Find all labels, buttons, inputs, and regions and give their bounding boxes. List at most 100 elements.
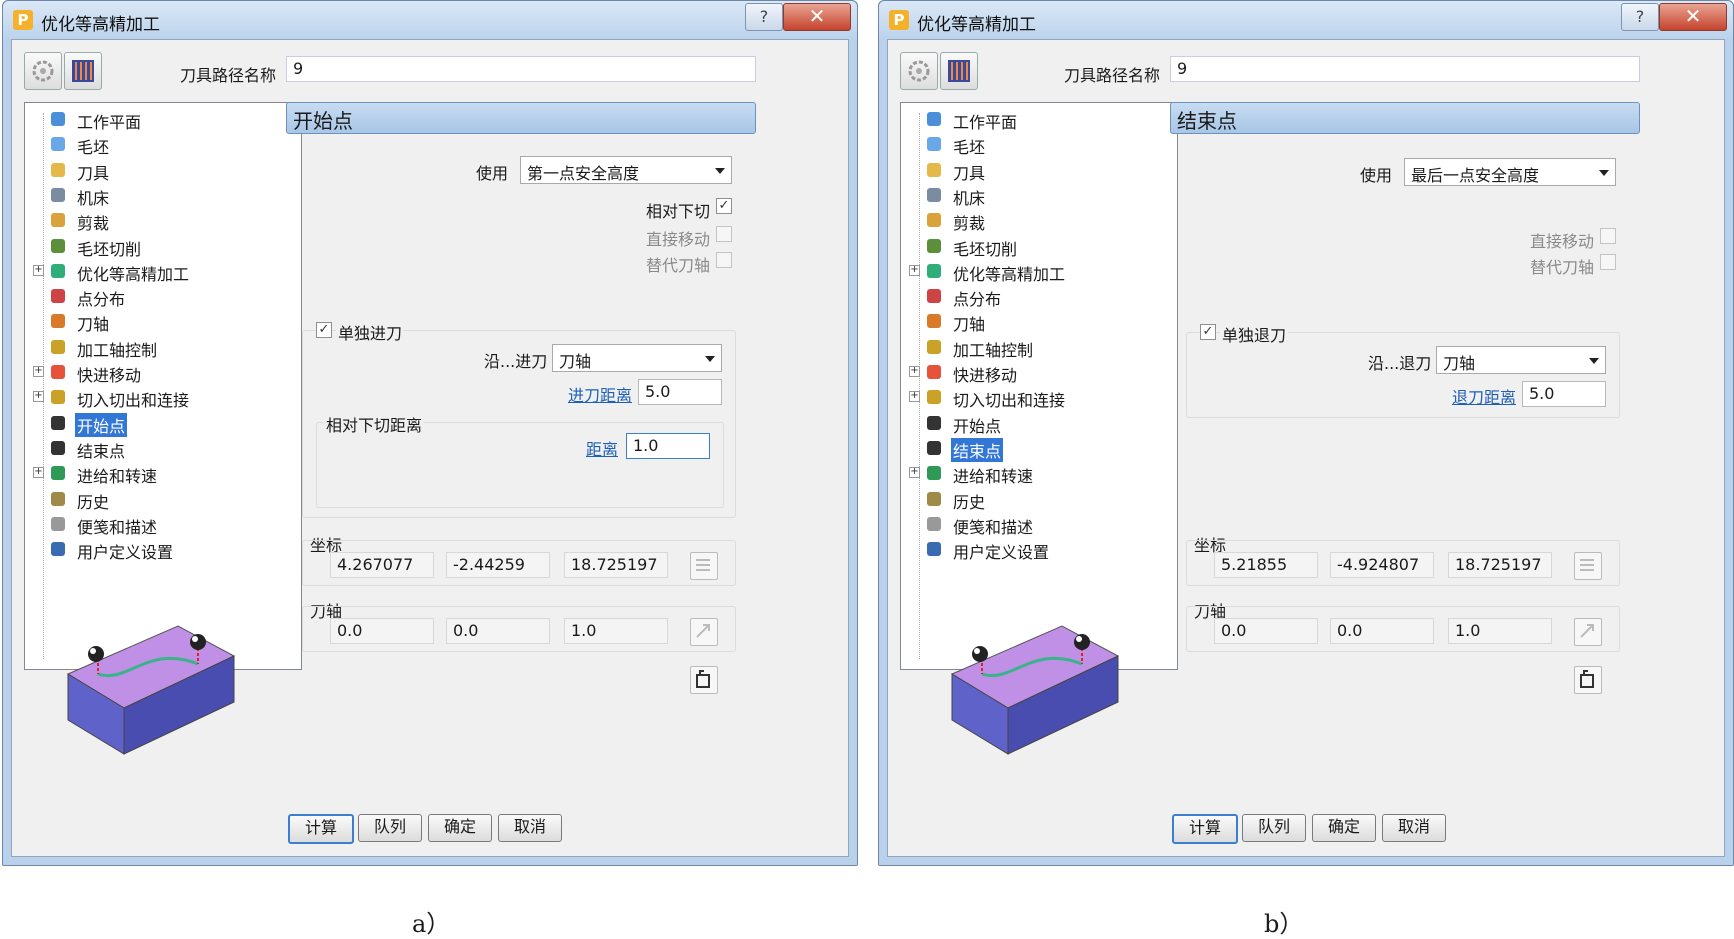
tree-item[interactable]: + 快进移动 xyxy=(901,360,1161,385)
tree-item[interactable]: 开始点 xyxy=(901,411,1161,436)
expand-icon[interactable]: + xyxy=(909,366,920,377)
tree-item[interactable]: 点分布 xyxy=(901,284,1161,309)
tree-item[interactable]: 毛坯 xyxy=(901,132,1161,157)
tree-item[interactable]: 便笺和描述 xyxy=(901,512,1161,537)
tree-item[interactable]: 机床 xyxy=(901,183,1161,208)
expand-icon[interactable]: + xyxy=(33,264,44,276)
axis-edit-button[interactable] xyxy=(690,618,718,646)
separate-approach-checkbox[interactable]: ✓ xyxy=(316,322,332,338)
plunge-distance-link[interactable]: 距离 xyxy=(586,436,618,460)
axis-i[interactable]: 0.0 xyxy=(1214,618,1318,644)
tree-item[interactable]: 加工轴控制 xyxy=(25,335,285,360)
tree-item[interactable]: 毛坯 xyxy=(25,132,285,157)
coords-list-button[interactable] xyxy=(1574,552,1602,580)
direct-move-checkbox[interactable] xyxy=(716,226,732,242)
tree-item[interactable]: 开始点 xyxy=(25,411,285,437)
ok-button[interactable]: 确定 xyxy=(428,814,492,842)
tree-item[interactable]: + 进给和转速 xyxy=(901,461,1161,486)
help-button[interactable]: ? xyxy=(745,3,783,31)
tree-item[interactable]: 刀轴 xyxy=(25,309,285,334)
tree-item[interactable]: 刀具 xyxy=(901,158,1161,183)
tree-item[interactable]: 机床 xyxy=(25,183,285,208)
coords-list-button[interactable] xyxy=(690,552,718,580)
tree-item[interactable]: 用户定义设置 xyxy=(901,537,1161,562)
tree-item[interactable]: 剪裁 xyxy=(25,208,285,233)
relative-plunge-checkbox[interactable]: ✓ xyxy=(716,198,732,214)
tree-item[interactable]: 历史 xyxy=(25,487,285,512)
coord-z[interactable]: 18.725197 xyxy=(1448,552,1552,578)
approach-distance-input[interactable]: 5.0 xyxy=(638,379,722,405)
tree-item[interactable]: + 优化等高精加工 xyxy=(901,259,1161,284)
tree-item[interactable]: 毛坯切削 xyxy=(25,234,285,259)
plunge-distance-input[interactable]: 1.0 xyxy=(626,433,710,459)
coord-z[interactable]: 18.725197 xyxy=(564,552,668,578)
queue-button[interactable]: 队列 xyxy=(358,814,422,842)
axis-k[interactable]: 1.0 xyxy=(1448,618,1552,644)
cancel-button[interactable]: 取消 xyxy=(1382,814,1446,842)
expand-icon[interactable]: + xyxy=(33,391,44,403)
coord-x[interactable]: 5.21855 xyxy=(1214,552,1318,578)
close-button[interactable]: ✕ xyxy=(783,3,851,31)
calculate-button[interactable]: 计算 xyxy=(1172,814,1238,844)
tree-item[interactable]: 刀轴 xyxy=(901,309,1161,334)
expand-icon[interactable]: + xyxy=(909,467,920,479)
tree-item[interactable]: 工作平面 xyxy=(901,107,1161,132)
tree-item[interactable]: 历史 xyxy=(901,487,1161,512)
coord-x[interactable]: 4.267077 xyxy=(330,552,434,578)
calculate-button[interactable]: 计算 xyxy=(288,814,354,844)
use-select[interactable]: 最后一点安全高度 xyxy=(1404,158,1616,186)
tree-item[interactable]: 用户定义设置 xyxy=(25,537,285,562)
tree-item[interactable]: + 快进移动 xyxy=(25,360,285,385)
toolpath-name-input[interactable]: 9 xyxy=(286,56,756,82)
direct-move-checkbox[interactable] xyxy=(1600,228,1616,244)
expand-icon[interactable]: + xyxy=(909,264,920,276)
tree-item[interactable]: 剪裁 xyxy=(901,208,1161,233)
axis-j[interactable]: 0.0 xyxy=(1330,618,1434,644)
retract-distance-input[interactable]: 5.0 xyxy=(1522,381,1606,407)
tree-item[interactable]: 便笺和描述 xyxy=(25,512,285,537)
toolpath-name-input[interactable]: 9 xyxy=(1170,56,1640,82)
expand-icon[interactable]: + xyxy=(33,366,44,377)
toolbar-settings-button[interactable] xyxy=(24,52,62,90)
tree-item[interactable]: 刀具 xyxy=(25,158,285,183)
tree-item[interactable]: + 切入切出和连接 xyxy=(901,385,1161,410)
ok-button[interactable]: 确定 xyxy=(1312,814,1376,842)
tree-item[interactable]: + 优化等高精加工 xyxy=(25,259,285,284)
tree-item[interactable]: 结束点 xyxy=(25,436,285,461)
toolbar-toolpath-button[interactable] xyxy=(64,52,102,90)
tree-item[interactable]: 点分布 xyxy=(25,284,285,309)
tree-item[interactable]: + 进给和转速 xyxy=(25,461,285,486)
toolbar-settings-button[interactable] xyxy=(900,52,938,90)
close-button[interactable]: ✕ xyxy=(1659,3,1727,31)
coord-y[interactable]: -4.924807 xyxy=(1330,552,1434,578)
help-button[interactable]: ? xyxy=(1621,3,1659,31)
queue-button[interactable]: 队列 xyxy=(1242,814,1306,842)
use-select[interactable]: 第一点安全高度 xyxy=(520,156,732,184)
axis-j[interactable]: 0.0 xyxy=(446,618,550,644)
tree-item[interactable]: 毛坯切削 xyxy=(901,234,1161,259)
title-bar: P 优化等高精加工 ? ✕ xyxy=(3,1,857,39)
along-select[interactable]: 刀轴 xyxy=(1436,346,1606,374)
axis-i[interactable]: 0.0 xyxy=(330,618,434,644)
approach-distance-link[interactable]: 进刀距离 xyxy=(568,382,632,406)
axis-k[interactable]: 1.0 xyxy=(564,618,668,644)
retract-distance-link[interactable]: 退刀距离 xyxy=(1452,384,1516,408)
tree-item[interactable]: 结束点 xyxy=(901,436,1161,462)
alt-axis-checkbox[interactable] xyxy=(1600,254,1616,270)
pick-point-button[interactable] xyxy=(1574,666,1602,694)
alt-axis-checkbox[interactable] xyxy=(716,252,732,268)
option-tree[interactable]: 工作平面 毛坯 刀具 机床 剪裁 毛坯切削 + 优化等高精加工 点分布 刀轴 加工轴控制 + 快进移动 +… xyxy=(24,102,302,670)
expand-icon[interactable]: + xyxy=(33,467,44,479)
axis-edit-button[interactable] xyxy=(1574,618,1602,646)
separate-retract-checkbox[interactable]: ✓ xyxy=(1200,324,1216,340)
tree-item[interactable]: + 切入切出和连接 xyxy=(25,385,285,410)
tree-item[interactable]: 工作平面 xyxy=(25,107,285,132)
toolbar-toolpath-button[interactable] xyxy=(940,52,978,90)
option-tree[interactable]: 工作平面 毛坯 刀具 机床 剪裁 毛坯切削 + 优化等高精加工 点分布 刀轴 加工轴控制 + 快进移动 +… xyxy=(900,102,1178,670)
tree-item[interactable]: 加工轴控制 xyxy=(901,335,1161,360)
along-select[interactable]: 刀轴 xyxy=(552,344,722,372)
coord-y[interactable]: -2.44259 xyxy=(446,552,550,578)
cancel-button[interactable]: 取消 xyxy=(498,814,562,842)
expand-icon[interactable]: + xyxy=(909,391,920,403)
pick-point-button[interactable] xyxy=(690,666,718,694)
